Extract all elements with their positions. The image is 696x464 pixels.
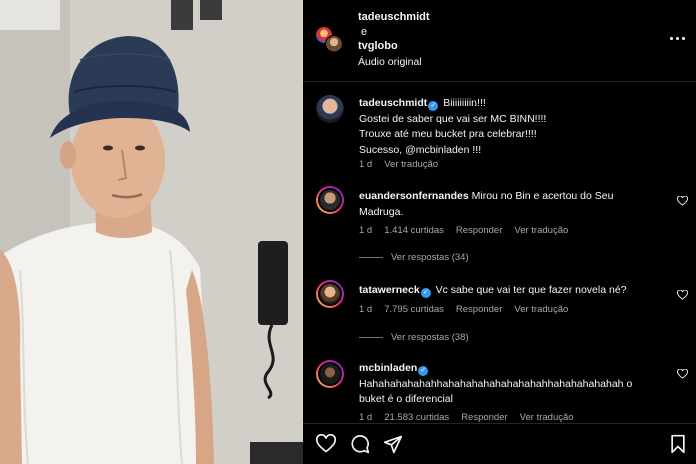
avatar-comment-2[interactable] [316,280,344,308]
comment-text: euandersonfernandes Mirou no Bin e acert… [359,189,659,220]
comment-time: 1 d [359,225,373,236]
avatar-tvglobo[interactable] [325,35,343,53]
avatar-comment-3[interactable] [316,360,344,388]
view-replies-button[interactable]: Ver respostas (34) [359,252,469,263]
view-replies-button[interactable]: Ver respostas (38) [359,332,469,343]
comment-text: tatawerneck ✓ Vc sabe que vai ter que faz… [359,283,659,299]
reply-button[interactable]: Responder [456,304,502,315]
reply-button[interactable]: Responder [456,225,502,236]
comment-username[interactable]: tatawerneck [359,284,420,296]
post-action-bar [303,423,696,464]
comment-meta: 1 d 21.583 curtidas Responder Ver traduç… [359,412,574,423]
comment-meta: 1 d 1.414 curtidas Responder Ver traduçã… [359,225,568,236]
header-username-secondary[interactable]: tvglobo [358,40,398,52]
caption-line-2: Gostei de saber que vai ser MC BINN!!!! [359,112,547,125]
wall-phone [258,241,288,325]
caption-line-4: Sucesso, @mcbinladen !!! [359,143,482,156]
comment-body-1: Hahahahahahahhahahahahahahahahahhahahaha… [359,377,633,390]
bookmark-icon[interactable] [668,434,688,454]
post-details-panel: tadeuschmidt e tvglobo Áudio original ta… [303,0,696,464]
comment-username[interactable]: euandersonfernandes [359,190,469,202]
caption-meta: 1 d Ver tradução [359,159,438,170]
view-replies-label: Ver respostas (34) [391,252,469,263]
comment-time: 1 d [359,412,373,423]
caption-time: 1 d [359,159,373,170]
translate-link[interactable]: Ver tradução [520,412,574,423]
caption-text: tadeuschmidt ✓ Biiiiiiiiin!!! Gostei de s… [359,96,659,158]
verified-badge-icon: ✓ [418,366,429,376]
instagram-post-view: tadeuschmidt e tvglobo Áudio original ta… [0,0,696,464]
comments-list[interactable]: tadeuschmidt ✓ Biiiiiiiiin!!! Gostei de s… [303,83,696,423]
header-conjunction: e [361,26,368,38]
post-photo [0,0,303,464]
comment-icon[interactable] [350,434,370,454]
heart-icon[interactable] [316,434,336,454]
original-audio-link[interactable]: Áudio original [358,56,422,68]
comment-body-2: buket é o diferencial [359,393,453,405]
header-username-primary[interactable]: tadeuschmidt [358,11,430,23]
reply-button[interactable]: Responder [461,412,507,423]
collab-avatars[interactable] [315,26,347,54]
heart-icon[interactable] [677,369,688,379]
comment-time: 1 d [359,304,373,315]
comment-likes[interactable]: 7.795 curtidas [384,304,444,315]
heart-icon[interactable] [677,290,688,300]
comment-meta: 1 d 7.795 curtidas Responder Ver traduçã… [359,304,568,315]
caption-translate-link[interactable]: Ver tradução [384,159,438,170]
comment-body-1: Vc sabe que vai ter que fazer novela né? [435,284,627,296]
comment-likes[interactable]: 1.414 curtidas [384,225,444,236]
verified-badge-icon: ✓ [428,101,439,111]
view-replies-label: Ver respostas (38) [391,332,469,343]
heart-icon[interactable] [677,196,688,206]
avatar-caption[interactable] [316,95,344,123]
caption-line-3: Trouxe até meu bucket pra celebrar!!!! [359,128,537,140]
comment-body-1: Mirou no Bin e acertou do Seu [471,190,614,202]
send-icon[interactable] [383,434,403,454]
translate-link[interactable]: Ver tradução [514,304,568,315]
more-horizontal-icon[interactable] [670,36,686,42]
avatar-comment-1[interactable] [316,186,344,214]
translate-link[interactable]: Ver tradução [514,225,568,236]
comment-text: mcbinladen ✓ Hahahahahahahhahahahahahahah… [359,361,659,408]
post-header: tadeuschmidt e tvglobo Áudio original [303,0,696,82]
comment-body-2: Madruga. [359,205,404,218]
photo-illustration [0,0,303,464]
comment-username[interactable]: mcbinladen [359,362,417,374]
caption-line-1: Biiiiiiiiin!!! [443,97,486,109]
caption-username[interactable]: tadeuschmidt [359,97,427,109]
verified-badge-icon: ✓ [420,288,431,298]
comment-likes[interactable]: 21.583 curtidas [384,412,449,423]
